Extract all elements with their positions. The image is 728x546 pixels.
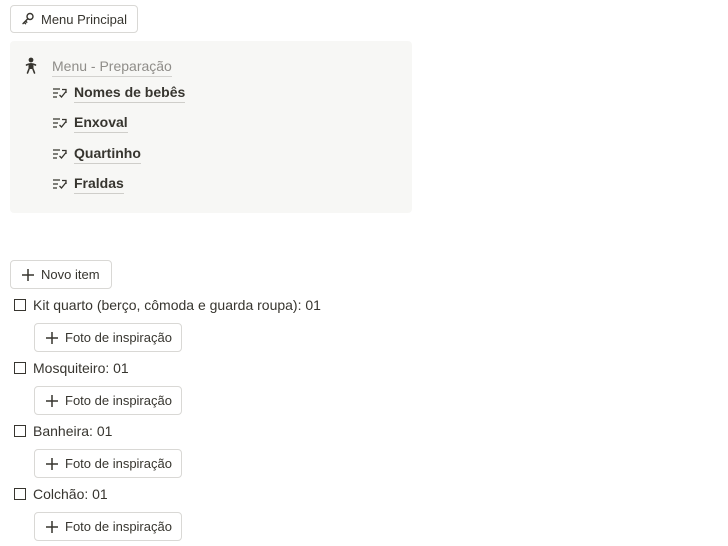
menu-principal-label: Menu Principal xyxy=(41,11,127,27)
foto-inspiracao-label: Foto de inspiração xyxy=(65,393,172,408)
todo-item: Mosquiteiro: 01 xyxy=(14,360,129,376)
todo-text[interactable]: Kit quarto (berço, cômoda e guarda roupa… xyxy=(33,297,321,313)
baby-icon xyxy=(25,57,37,74)
list-check-icon xyxy=(53,149,67,159)
foto-inspiracao-button[interactable]: Foto de inspiração xyxy=(34,449,182,478)
list-check-icon xyxy=(53,179,67,189)
todo-checkbox[interactable] xyxy=(14,299,26,311)
foto-inspiracao-label: Foto de inspiração xyxy=(65,519,172,534)
callout-title[interactable]: Menu - Preparação xyxy=(52,57,172,77)
foto-inspiracao-button[interactable]: Foto de inspiração xyxy=(34,512,182,541)
plus-icon xyxy=(46,394,58,407)
link-label: Nomes de bebês xyxy=(74,83,186,103)
link-enxoval[interactable]: Enxoval xyxy=(52,113,128,133)
plus-icon xyxy=(46,331,58,344)
link-label: Enxoval xyxy=(74,113,128,133)
todo-text[interactable]: Mosquiteiro: 01 xyxy=(33,360,129,376)
new-item-button[interactable]: Novo item xyxy=(10,260,112,289)
plus-icon xyxy=(46,457,58,470)
foto-inspiracao-button[interactable]: Foto de inspiração xyxy=(34,323,182,352)
foto-inspiracao-label: Foto de inspiração xyxy=(65,330,172,345)
todo-text[interactable]: Banheira: 01 xyxy=(33,423,112,439)
foto-inspiracao-button[interactable]: Foto de inspiração xyxy=(34,386,182,415)
todo-text[interactable]: Colchão: 01 xyxy=(33,486,108,502)
todo-item: Colchão: 01 xyxy=(14,486,108,502)
link-label: Quartinho xyxy=(74,144,141,164)
preparation-callout: Menu - Preparação Nomes de bebês Enxoval… xyxy=(10,41,412,213)
todo-item: Banheira: 01 xyxy=(14,423,112,439)
todo-item: Kit quarto (berço, cômoda e guarda roupa… xyxy=(14,297,321,313)
link-label: Fraldas xyxy=(74,174,124,194)
list-check-icon xyxy=(53,88,67,98)
list-check-icon xyxy=(53,118,67,128)
menu-principal-button[interactable]: Menu Principal xyxy=(10,5,138,33)
todo-checkbox[interactable] xyxy=(14,488,26,500)
link-quartinho[interactable]: Quartinho xyxy=(52,144,141,164)
plus-icon xyxy=(22,268,34,281)
todo-checkbox[interactable] xyxy=(14,362,26,374)
foto-inspiracao-label: Foto de inspiração xyxy=(65,456,172,471)
new-item-label: Novo item xyxy=(41,267,100,282)
link-nomes-de-bebes[interactable]: Nomes de bebês xyxy=(52,83,186,103)
todo-checkbox[interactable] xyxy=(14,425,26,437)
plus-icon xyxy=(46,520,58,533)
key-icon xyxy=(22,12,34,25)
link-fraldas[interactable]: Fraldas xyxy=(52,174,124,194)
